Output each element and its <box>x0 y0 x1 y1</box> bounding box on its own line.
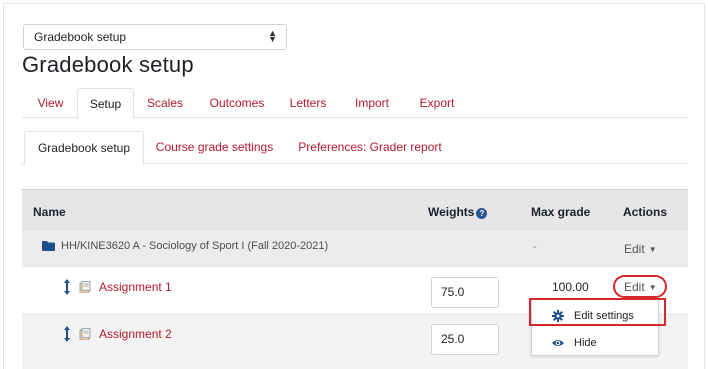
header-weights: Weights? <box>428 190 488 230</box>
header-max-grade: Max grade <box>531 205 591 219</box>
category-row: HH/KINE3620 A - Sociology of Sport I (Fa… <box>22 229 688 266</box>
assignment-icon <box>79 281 91 293</box>
tab-export[interactable]: Export <box>409 88 465 118</box>
menu-item-label: Hide <box>574 337 597 349</box>
gradebook-setup-table: Name Weights? Max grade Actions HH/KINE3… <box>22 189 688 369</box>
tab-import[interactable]: Import <box>344 88 400 118</box>
category-max-grade: - <box>533 241 537 253</box>
tab-letters[interactable]: Letters <box>282 88 334 118</box>
edit-settings-annotation-box <box>529 298 666 326</box>
eye-icon <box>552 340 564 346</box>
tab-gradebook-setup[interactable]: Gradebook setup <box>24 131 144 165</box>
primary-tabs: View Setup Scales Outcomes Letters Impor… <box>22 88 688 119</box>
category-name: HH/KINE3620 A - Sociology of Sport I (Fa… <box>61 240 329 252</box>
weight-input[interactable]: 25.0 <box>431 324 499 355</box>
folder-icon <box>42 241 55 251</box>
tab-scales[interactable]: Scales <box>139 88 191 118</box>
page-title: Gradebook setup <box>22 52 194 77</box>
edit-annotation-circle <box>613 275 667 298</box>
tab-setup[interactable]: Setup <box>77 88 134 119</box>
header-weights-label: Weights <box>428 205 475 219</box>
tab-course-grade-settings[interactable]: Course grade settings <box>147 131 282 164</box>
select-value: Gradebook setup <box>34 30 127 44</box>
header-actions: Actions <box>623 205 668 219</box>
tab-outcomes[interactable]: Outcomes <box>201 88 273 118</box>
tab-preferences-grader-report[interactable]: Preferences: Grader report <box>290 131 450 164</box>
help-icon[interactable]: ? <box>476 208 488 219</box>
secondary-tabs: Gradebook setup Course grade settings Pr… <box>22 131 688 165</box>
table-header: Name Weights? Max grade Actions <box>22 189 688 229</box>
item-max-grade: 100.00 <box>552 280 589 294</box>
category-edit-label: Edit <box>624 242 645 256</box>
caret-down-icon: ▼ <box>648 245 657 254</box>
header-name: Name <box>33 205 66 219</box>
tab-view[interactable]: View <box>27 88 74 118</box>
category-edit-menu[interactable]: Edit ▼ <box>624 242 657 256</box>
menu-item-hide[interactable]: Hide <box>532 330 660 356</box>
weight-input[interactable]: 75.0 <box>431 277 499 308</box>
item-link-assignment-2[interactable]: Assignment 2 <box>99 327 172 341</box>
gradebook-navigation-select[interactable]: Gradebook setup ▲ ▼ <box>23 24 287 50</box>
move-icon[interactable] <box>64 326 70 342</box>
move-icon[interactable] <box>64 279 70 295</box>
item-link-assignment-1[interactable]: Assignment 1 <box>99 280 172 294</box>
select-updown-icon: ▲ ▼ <box>268 28 277 44</box>
assignment-icon <box>79 328 91 340</box>
